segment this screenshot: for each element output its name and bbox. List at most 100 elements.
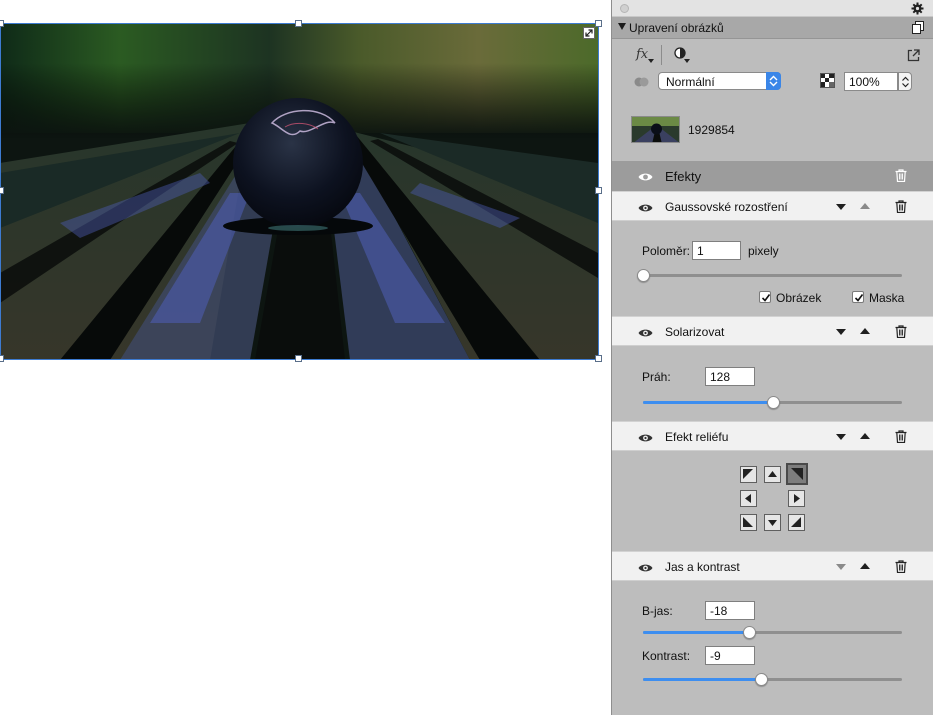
- eye-icon[interactable]: [638, 327, 653, 337]
- effects-title: Efekty: [665, 169, 702, 184]
- move-up-icon[interactable]: [860, 563, 870, 569]
- eye-icon[interactable]: [638, 171, 653, 181]
- mask-checkbox-label: Maska: [869, 291, 905, 305]
- threshold-slider[interactable]: [643, 396, 902, 409]
- trash-icon[interactable]: [895, 169, 907, 183]
- resize-handle-top-right[interactable]: [595, 20, 602, 27]
- resize-handle-left[interactable]: [0, 187, 4, 194]
- threshold-label: Práh:: [642, 370, 671, 384]
- opacity-stepper[interactable]: [898, 72, 912, 91]
- panel-title-bar[interactable]: Upravení obrázků: [612, 17, 933, 39]
- eye-icon[interactable]: [638, 432, 653, 442]
- eye-icon[interactable]: [638, 202, 653, 212]
- radius-label: Poloměr:: [642, 244, 691, 258]
- emboss-direction-top-left[interactable]: [740, 466, 757, 483]
- effect-solarize-header: Solarizovat: [612, 316, 933, 346]
- effect-name: Jas a kontrast: [665, 560, 740, 574]
- resize-handle-top-left[interactable]: [0, 20, 4, 27]
- move-down-icon[interactable]: [836, 329, 846, 335]
- eye-icon[interactable]: [638, 562, 653, 572]
- resize-handle-right[interactable]: [595, 187, 602, 194]
- contrast-slider[interactable]: [643, 673, 902, 686]
- contrast-icon: [674, 47, 690, 63]
- brightness-slider-fill: [643, 631, 749, 634]
- adjustments-toolbar: fx Normální 100%: [612, 39, 933, 99]
- blend-toggle-icon[interactable]: [634, 76, 649, 87]
- trash-icon[interactable]: [895, 430, 907, 444]
- arrow-top-right-icon: [791, 468, 803, 480]
- close-button[interactable]: [620, 4, 629, 13]
- resize-handle-bottom[interactable]: [295, 355, 302, 362]
- effects-header: Efekty: [612, 161, 933, 191]
- resize-handle-bottom-left[interactable]: [0, 355, 4, 362]
- selected-image[interactable]: [0, 23, 598, 360]
- move-down-icon[interactable]: [836, 434, 846, 440]
- move-down-icon: [836, 564, 846, 570]
- mask-checkbox[interactable]: [852, 291, 864, 303]
- emboss-direction-bottom-left[interactable]: [740, 514, 757, 531]
- gear-icon[interactable]: [911, 2, 924, 15]
- contrast-input[interactable]: -9: [705, 646, 755, 665]
- copy-icon[interactable]: [912, 21, 924, 34]
- effect-gaussian-blur-header: Gaussovské rozostření: [612, 191, 933, 221]
- emboss-direction-bottom[interactable]: [764, 514, 781, 531]
- image-checkbox-label: Obrázek: [776, 291, 822, 305]
- layer-name: 1929854: [688, 123, 735, 137]
- move-up-icon: [860, 203, 870, 209]
- move-down-icon[interactable]: [836, 204, 846, 210]
- opacity-icon: [820, 73, 835, 88]
- adjustment-menu-button[interactable]: [674, 47, 692, 65]
- threshold-slider-knob[interactable]: [767, 396, 780, 409]
- trash-icon[interactable]: [895, 200, 907, 214]
- layer-row[interactable]: 1929854: [612, 100, 933, 160]
- contrast-slider-fill: [643, 678, 761, 681]
- contrast-label: Kontrast:: [642, 649, 691, 663]
- effect-solarize-settings: Práh: 128: [612, 346, 933, 420]
- brightness-slider-knob[interactable]: [743, 626, 756, 639]
- trash-icon[interactable]: [895, 560, 907, 574]
- share-icon[interactable]: [907, 49, 920, 62]
- effect-brightness-contrast-header: Jas a kontrast: [612, 551, 933, 581]
- document-canvas: [0, 0, 611, 715]
- emboss-direction-top-right[interactable]: [786, 463, 808, 485]
- emboss-direction-right[interactable]: [788, 490, 805, 507]
- brightness-input[interactable]: -18: [705, 601, 755, 620]
- contrast-slider-knob[interactable]: [755, 673, 768, 686]
- arrow-left-icon: [745, 494, 751, 503]
- emboss-direction-bottom-right[interactable]: [788, 514, 805, 531]
- arrow-right-icon: [794, 494, 800, 503]
- chevron-down-icon: [648, 59, 654, 63]
- fx-label: fx: [636, 47, 649, 62]
- image-adjustments-panel: Upravení obrázků fx Normální 100% 192985…: [611, 0, 933, 715]
- threshold-slider-fill: [643, 401, 773, 404]
- resize-handle-bottom-right[interactable]: [595, 355, 602, 362]
- opacity-input[interactable]: 100%: [844, 72, 898, 91]
- collapse-triangle-icon[interactable]: [618, 23, 626, 30]
- emboss-direction-top[interactable]: [764, 466, 781, 483]
- blend-mode-value: Normální: [666, 75, 715, 89]
- arrow-bottom-right-icon: [791, 517, 801, 527]
- arrow-up-icon: [768, 471, 777, 477]
- brightness-slider[interactable]: [643, 626, 902, 639]
- effect-name: Gaussovské rozostření: [665, 200, 788, 214]
- panel-title: Upravení obrázků: [629, 21, 724, 35]
- arrow-down-icon: [768, 520, 777, 526]
- radius-input[interactable]: 1: [692, 241, 741, 260]
- blend-mode-select[interactable]: Normální: [658, 72, 781, 90]
- fx-button[interactable]: fx: [636, 47, 656, 65]
- trash-icon[interactable]: [895, 325, 907, 339]
- move-up-icon[interactable]: [860, 328, 870, 334]
- move-up-icon[interactable]: [860, 433, 870, 439]
- radius-slider-knob[interactable]: [637, 269, 650, 282]
- radius-slider[interactable]: [637, 269, 902, 282]
- effect-brightness-contrast-settings: B-jas: -18 Kontrast: -9: [612, 581, 933, 715]
- image-checkbox[interactable]: [759, 291, 771, 303]
- resize-handle-top[interactable]: [295, 20, 302, 27]
- threshold-input[interactable]: 128: [705, 367, 755, 386]
- panel-window-bar: [612, 0, 933, 17]
- expand-icon[interactable]: [583, 27, 595, 39]
- emboss-direction-left[interactable]: [740, 490, 757, 507]
- select-arrows-icon: [766, 72, 781, 90]
- effect-name: Solarizovat: [665, 325, 725, 339]
- effect-gaussian-blur-settings: Poloměr: 1 pixely Obrázek Maska: [612, 221, 933, 316]
